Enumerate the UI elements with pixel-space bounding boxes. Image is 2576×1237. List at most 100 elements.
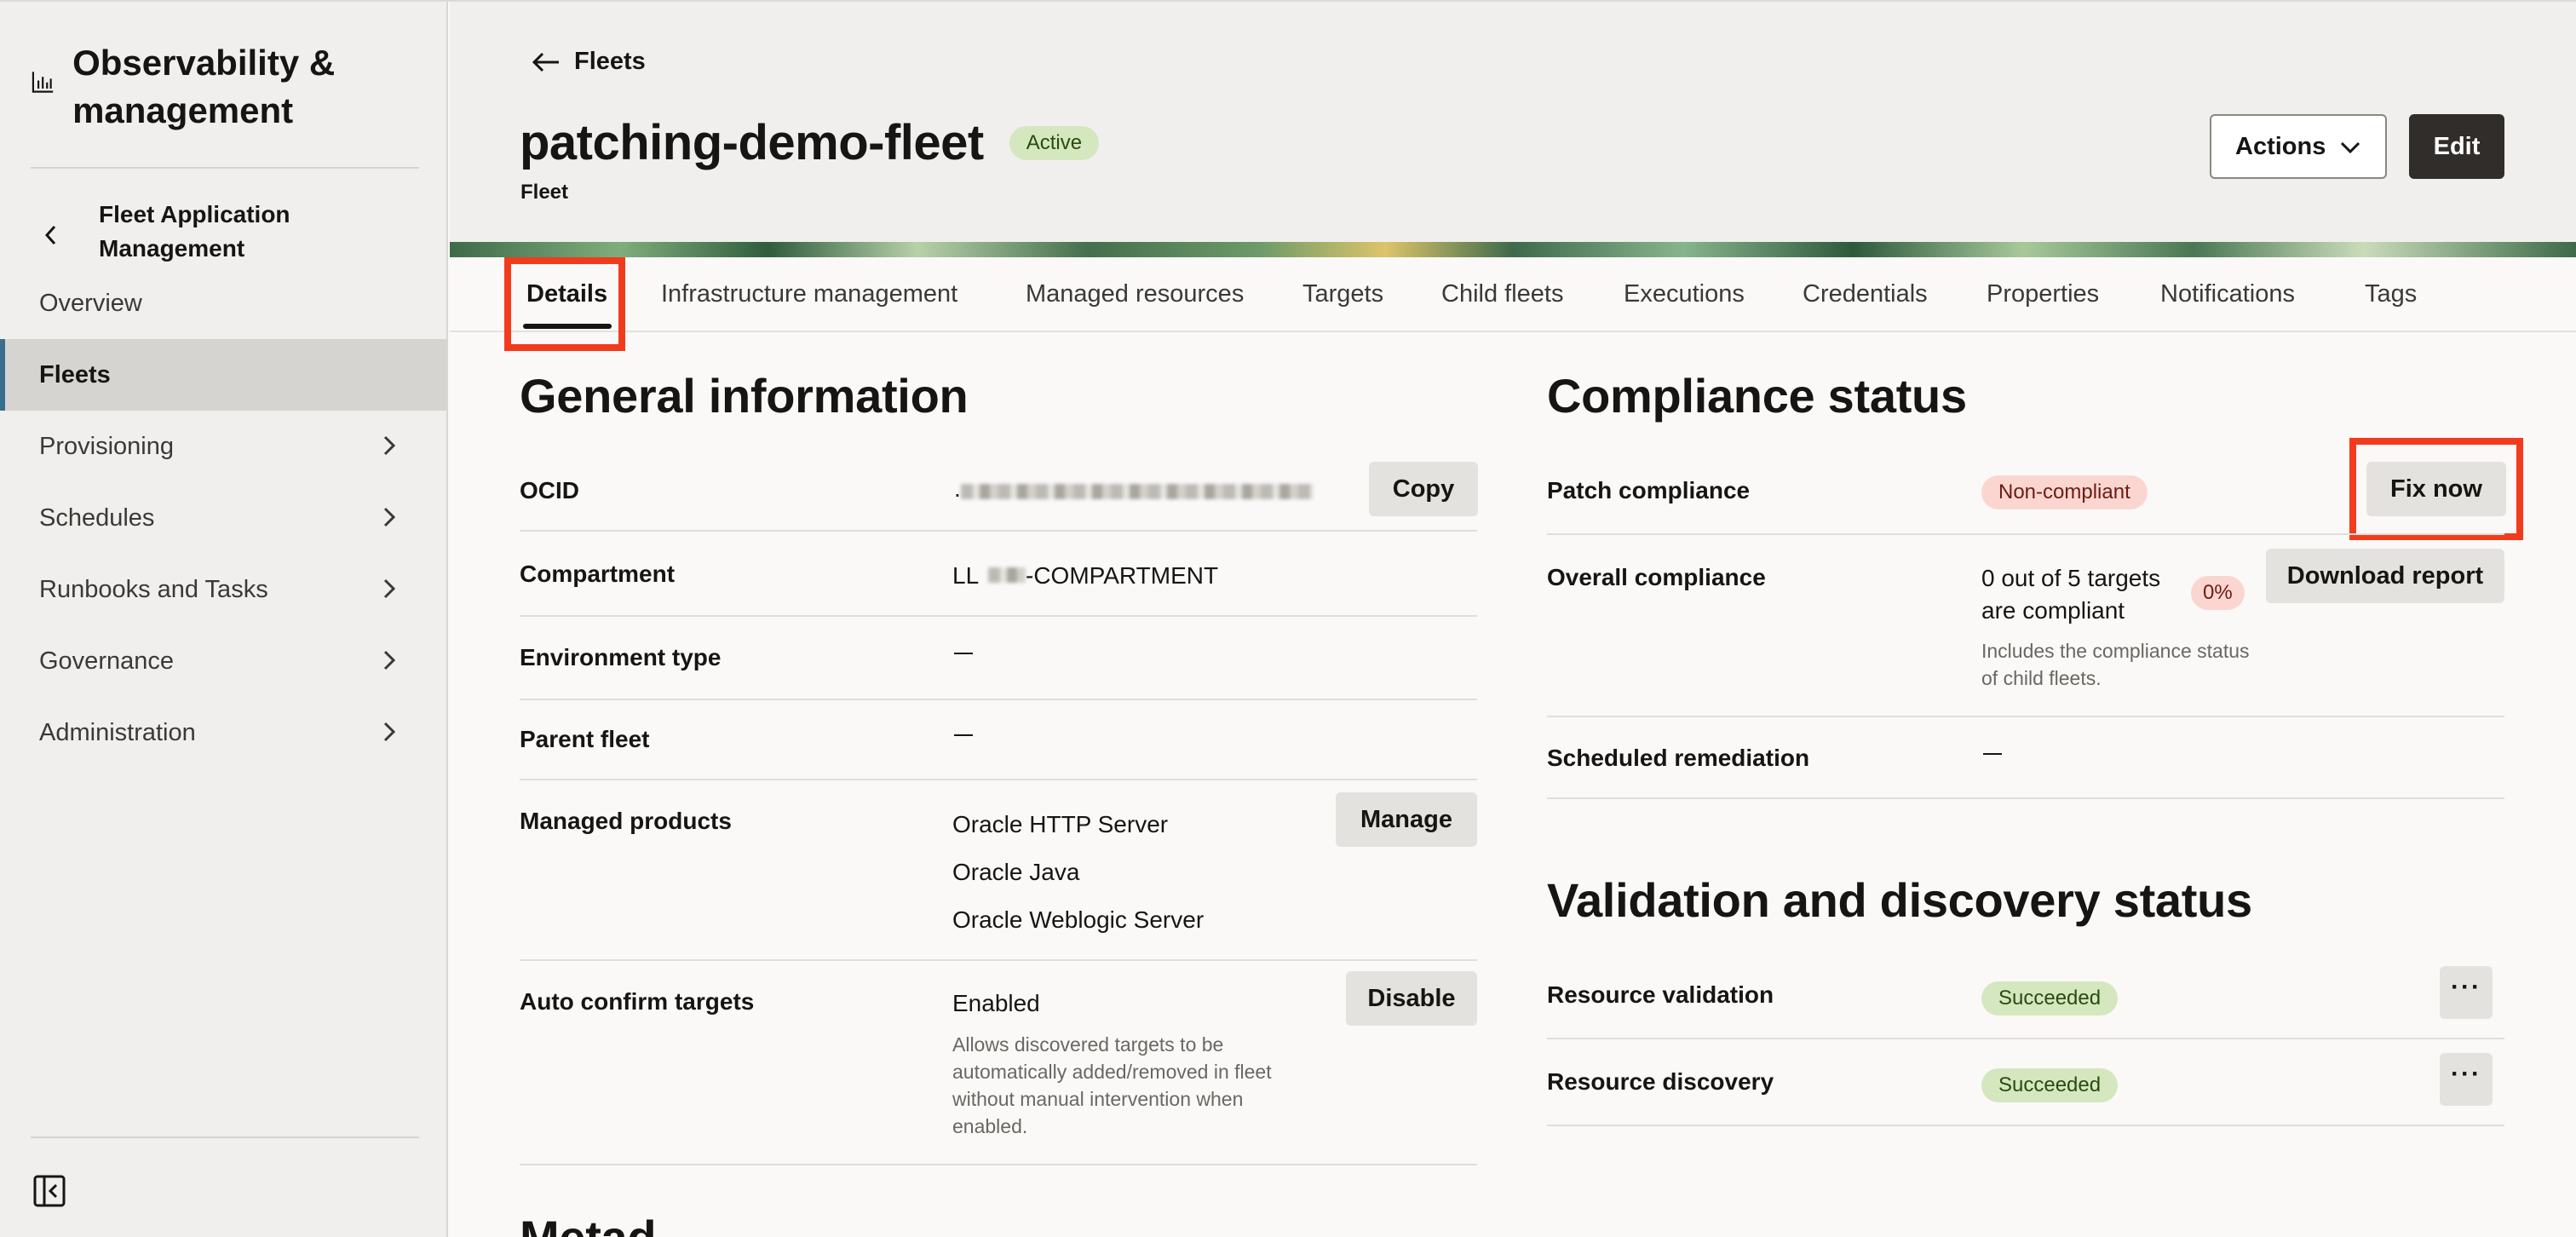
resource-validation-label: Resource validation [1547,981,1774,1008]
patch-compliance-badge: Non-compliant [1981,475,2148,509]
chevron-right-icon [383,578,396,599]
sidebar-nav: Overview Fleets Provisioning Schedules R… [0,268,446,768]
edit-button[interactable]: Edit [2409,114,2504,179]
sidebar-item-label: Overview [39,289,142,317]
tab-notifications[interactable]: Notifications [2160,257,2295,331]
managed-product-item: Oracle Java [952,859,1080,885]
resource-discovery-badge: Succeeded [1981,1068,2119,1102]
tab-label: Credentials [1803,279,1928,308]
sidebar-item-administration[interactable]: Administration [0,697,446,768]
tab-label: Tags [2365,279,2418,308]
highlight-box-details-tab [504,257,625,351]
resource-discovery-label: Resource discovery [1547,1068,1774,1095]
row-divider [520,615,1477,617]
tab-infrastructure-management[interactable]: Infrastructure management [661,257,957,331]
resource-validation-badge: Succeeded [1981,981,2119,1015]
row-divider [1547,797,2504,799]
edit-button-label: Edit [2433,132,2481,160]
chevron-right-icon [383,435,396,456]
auto-confirm-targets-value: Enabled [952,990,1040,1016]
compartment-label: Compartment [520,561,676,587]
tab-label: Managed resources [1026,279,1245,308]
sidebar-item-label: Fleets [39,360,111,388]
scheduled-remediation-label: Scheduled remediation [1547,745,1810,771]
overall-compliance-note: Includes the compliance status of child … [1981,640,2250,689]
row-divider [520,959,1477,961]
ocid-value-prefix: . [954,475,961,502]
page-title: patching-demo-fleet [520,115,984,170]
chevron-right-icon [383,722,396,742]
actions-button[interactable]: Actions [2210,114,2387,179]
tab-label: Child fleets [1441,279,1564,308]
sidebar-item-governance[interactable]: Governance [0,625,446,697]
compartment-value-start: LL [952,562,980,589]
sidebar-item-label: Governance [39,647,174,675]
validation-discovery-heading: Validation and discovery status [1547,873,2252,927]
sidebar-item-label: Administration [39,718,196,746]
managed-product-item: Oracle HTTP Server [952,811,1169,837]
brand: Observability & management [31,39,431,135]
title-row: patching-demo-fleet Active [520,114,1100,171]
tab-child-fleets[interactable]: Child fleets [1441,257,1563,331]
tab-credentials[interactable]: Credentials [1803,257,1928,331]
parent-fleet-label: Parent fleet [520,726,650,752]
tab-bar: Details Infrastructure management Manage… [450,257,2576,332]
row-divider [520,530,1477,532]
back-link-label: Fleets [574,48,646,75]
sidebar-section-title: Fleet Application Management [99,201,290,262]
sidebar-section-back[interactable]: Fleet Application Management [31,198,320,266]
metadata-heading-partial: Metad [520,1210,657,1237]
brand-title: Observability & management [72,43,336,130]
row-divider [1547,1125,2504,1126]
environment-type-label: Environment type [520,644,722,670]
row-divider [520,699,1477,700]
tab-targets[interactable]: Targets [1302,257,1383,331]
sidebar-item-runbooks[interactable]: Runbooks and Tasks [0,554,446,625]
sidebar-item-label: Runbooks and Tasks [39,575,268,603]
ocid-label: OCID [520,477,579,503]
sidebar-item-label: Schedules [39,503,155,532]
sidebar-item-schedules[interactable]: Schedules [0,482,446,554]
ocid-value-redacted [961,484,1314,499]
row-divider [1547,533,2504,535]
parent-fleet-empty-value [954,734,973,736]
more-options-icon: ··· [2451,1060,2481,1088]
manage-products-button[interactable]: Manage [1336,792,1477,847]
back-to-fleets-link[interactable]: Fleets [532,48,646,76]
status-badge: Active [1009,125,1100,160]
environment-type-empty-value [954,653,973,654]
chevron-right-icon [383,650,396,670]
page-header: Fleets patching-demo-fleet Active Fleet … [450,2,2576,257]
resource-validation-more-button[interactable]: ··· [2440,966,2493,1019]
resource-discovery-more-button[interactable]: ··· [2440,1053,2493,1106]
sidebar-item-overview[interactable]: Overview [0,268,446,339]
managed-product-item: Oracle Weblogic Server [952,906,1205,933]
tab-label: Notifications [2160,279,2295,308]
tab-tags[interactable]: Tags [2365,257,2417,331]
copy-ocid-button[interactable]: Copy [1369,462,1478,516]
tab-label: Targets [1302,279,1384,308]
row-divider [1547,1038,2504,1039]
overall-compliance-label: Overall compliance [1547,564,1766,590]
collapse-sidebar-icon[interactable] [32,1174,66,1208]
header-banner-strip [450,242,2576,257]
tab-executions[interactable]: Executions [1624,257,1745,331]
tab-label: Infrastructure management [661,279,958,308]
download-report-button[interactable]: Download report [2266,549,2504,603]
tab-managed-resources[interactable]: Managed resources [1026,257,1244,331]
disable-auto-confirm-button[interactable]: Disable [1346,971,1477,1026]
general-information-heading: General information [520,369,969,423]
sidebar-item-provisioning[interactable]: Provisioning [0,411,446,482]
main-content: Fleets patching-demo-fleet Active Fleet … [450,2,2576,1237]
sidebar-item-fleets[interactable]: Fleets [0,339,446,411]
manage-button-label: Manage [1360,805,1452,833]
disable-button-label: Disable [1367,984,1456,1012]
sidebar-item-label: Provisioning [39,432,174,460]
chevron-left-icon [31,215,72,256]
observability-chart-icon [32,72,54,93]
overall-compliance-percent: 0% [2191,576,2245,610]
row-divider [1547,716,2504,717]
tab-properties[interactable]: Properties [1987,257,2099,331]
compartment-value-redacted [988,567,1026,583]
auto-confirm-targets-label: Auto confirm targets [520,988,755,1015]
